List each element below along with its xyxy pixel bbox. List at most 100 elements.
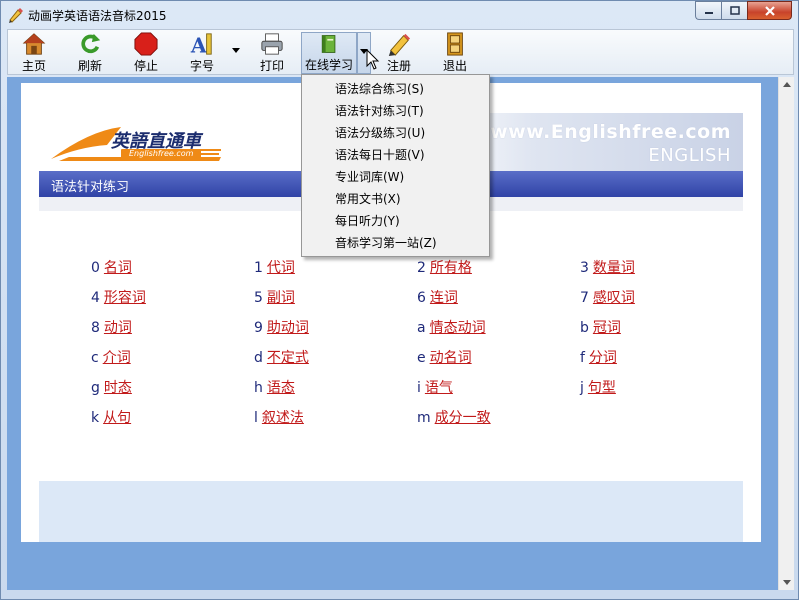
font-size-dropdown-icon[interactable] — [232, 48, 240, 53]
topic-link[interactable]: 形容词 — [104, 290, 146, 306]
minimize-button[interactable] — [695, 1, 721, 20]
mouse-cursor-icon — [366, 49, 380, 70]
topic-item[interactable]: j 句型 — [580, 377, 616, 397]
topic-link[interactable]: 助动词 — [267, 320, 309, 336]
book-icon — [321, 35, 336, 53]
window-title: 动画学英语语法音标2015 — [28, 9, 167, 23]
menu-item-listening[interactable]: 每日听力(Y) — [302, 210, 489, 232]
topic-link[interactable]: 代词 — [267, 260, 295, 276]
logo-subtitle: Englishfree.com — [121, 149, 202, 158]
pencil-app-icon — [9, 8, 23, 23]
topic-item[interactable]: 4 形容词 — [91, 287, 146, 307]
topic-link[interactable]: 副词 — [267, 290, 295, 306]
topic-link[interactable]: 时态 — [104, 380, 132, 396]
topic-item[interactable]: h 语态 — [254, 377, 295, 397]
register-label: 注册 — [386, 59, 411, 73]
printer-icon — [261, 33, 283, 55]
topic-item[interactable]: 6 连词 — [417, 287, 458, 307]
home-button[interactable]: 主页 — [18, 32, 50, 74]
font-size-label: 字号 — [189, 59, 214, 73]
exit-button[interactable]: 退出 — [439, 32, 471, 74]
topic-link[interactable]: 连词 — [430, 290, 458, 306]
topic-item[interactable]: l 叙述法 — [254, 407, 304, 427]
menu-item-comprehensive[interactable]: 语法综合练习(S) — [302, 78, 489, 100]
online-study-button[interactable]: 在线学习 — [301, 32, 357, 74]
topic-link[interactable]: 句型 — [588, 380, 616, 396]
topic-item[interactable]: m 成分一致 — [417, 407, 491, 427]
topic-link[interactable]: 感叹词 — [593, 290, 635, 306]
exit-icon — [447, 32, 463, 56]
online-study-label: 在线学习 — [304, 58, 353, 72]
print-button[interactable]: 打印 — [256, 32, 288, 74]
refresh-button[interactable]: 刷新 — [74, 32, 106, 74]
topic-item[interactable]: g 时态 — [91, 377, 132, 397]
topic-item[interactable]: k 从句 — [91, 407, 131, 427]
site-url: www.Englishfree.com — [490, 121, 731, 143]
close-button[interactable] — [747, 1, 792, 20]
svg-text:A: A — [190, 33, 207, 56]
stop-button[interactable]: 停止 — [130, 32, 162, 74]
online-study-menu: 语法综合练习(S) 语法针对练习(T) 语法分级练习(U) 语法每日十题(V) … — [301, 74, 490, 257]
menu-item-targeted[interactable]: 语法针对练习(T) — [302, 100, 489, 122]
scroll-down-icon[interactable] — [783, 580, 791, 585]
stop-label: 停止 — [133, 59, 158, 73]
print-label: 打印 — [259, 59, 284, 73]
menu-item-vocabulary[interactable]: 专业词库(W) — [302, 166, 489, 188]
menu-item-phonetics[interactable]: 音标学习第一站(Z) — [302, 232, 489, 254]
topic-link[interactable]: 动名词 — [430, 350, 472, 366]
topic-link[interactable]: 数量词 — [593, 260, 635, 276]
topic-link[interactable]: 情态动词 — [430, 320, 486, 336]
close-icon — [764, 5, 775, 16]
title-bar[interactable]: 动画学英语语法音标2015 — [1, 1, 798, 29]
app-window: 动画学英语语法音标2015 主页 刷新 停止 A 字号 打印 在线学习 注册 退… — [0, 0, 799, 600]
topic-item[interactable]: 2 所有格 — [417, 257, 472, 277]
site-english-label: ENGLISH — [648, 145, 731, 166]
footer-panel — [39, 481, 743, 542]
topic-item[interactable]: 5 副词 — [254, 287, 295, 307]
stop-icon — [134, 32, 158, 56]
section-title: 语法针对练习 — [51, 180, 130, 195]
topic-link[interactable]: 语态 — [267, 380, 295, 396]
refresh-label: 刷新 — [77, 59, 102, 73]
topic-link[interactable]: 成分一致 — [435, 410, 491, 426]
topic-link[interactable]: 分词 — [589, 350, 617, 366]
topic-item[interactable]: i 语气 — [417, 377, 453, 397]
topic-link[interactable]: 不定式 — [267, 350, 309, 366]
home-label: 主页 — [21, 59, 46, 73]
topic-item[interactable]: d 不定式 — [254, 347, 309, 367]
menu-item-daily-ten[interactable]: 语法每日十题(V) — [302, 144, 489, 166]
menu-item-documents[interactable]: 常用文书(X) — [302, 188, 489, 210]
topic-link[interactable]: 冠词 — [593, 320, 621, 336]
topic-item[interactable]: 8 动词 — [91, 317, 132, 337]
menu-item-graded[interactable]: 语法分级练习(U) — [302, 122, 489, 144]
topic-link[interactable]: 所有格 — [430, 260, 472, 276]
topic-item[interactable]: a 情态动词 — [417, 317, 486, 337]
topic-item[interactable]: b 冠词 — [580, 317, 621, 337]
maximize-button[interactable] — [721, 1, 747, 20]
minimize-icon — [704, 11, 713, 14]
toolbar: 主页 刷新 停止 A 字号 打印 在线学习 注册 退出 — [7, 29, 794, 75]
pencil-icon — [388, 33, 411, 56]
topic-link[interactable]: 从句 — [103, 410, 131, 426]
topic-link[interactable]: 介词 — [103, 350, 131, 366]
home-icon — [22, 33, 46, 55]
topic-item[interactable]: f 分词 — [580, 347, 617, 367]
topic-link[interactable]: 名词 — [104, 260, 132, 276]
refresh-icon — [81, 33, 101, 54]
vertical-scrollbar[interactable] — [778, 77, 794, 590]
scroll-up-icon[interactable] — [783, 82, 791, 87]
topic-item[interactable]: 3 数量词 — [580, 257, 635, 277]
topic-item[interactable]: c 介词 — [91, 347, 131, 367]
topic-item[interactable]: e 动名词 — [417, 347, 472, 367]
topic-item[interactable]: 0 名词 — [91, 257, 132, 277]
topic-item[interactable]: 7 感叹词 — [580, 287, 635, 307]
topic-link[interactable]: 动词 — [104, 320, 132, 336]
exit-label: 退出 — [442, 59, 467, 73]
topic-item[interactable]: 9 助动词 — [254, 317, 309, 337]
topic-link[interactable]: 语气 — [425, 380, 453, 396]
window-controls — [695, 1, 792, 21]
topic-link[interactable]: 叙述法 — [262, 410, 304, 426]
font-size-button[interactable]: A 字号 — [186, 32, 218, 74]
register-button[interactable]: 注册 — [383, 32, 415, 74]
topic-item[interactable]: 1 代词 — [254, 257, 295, 277]
